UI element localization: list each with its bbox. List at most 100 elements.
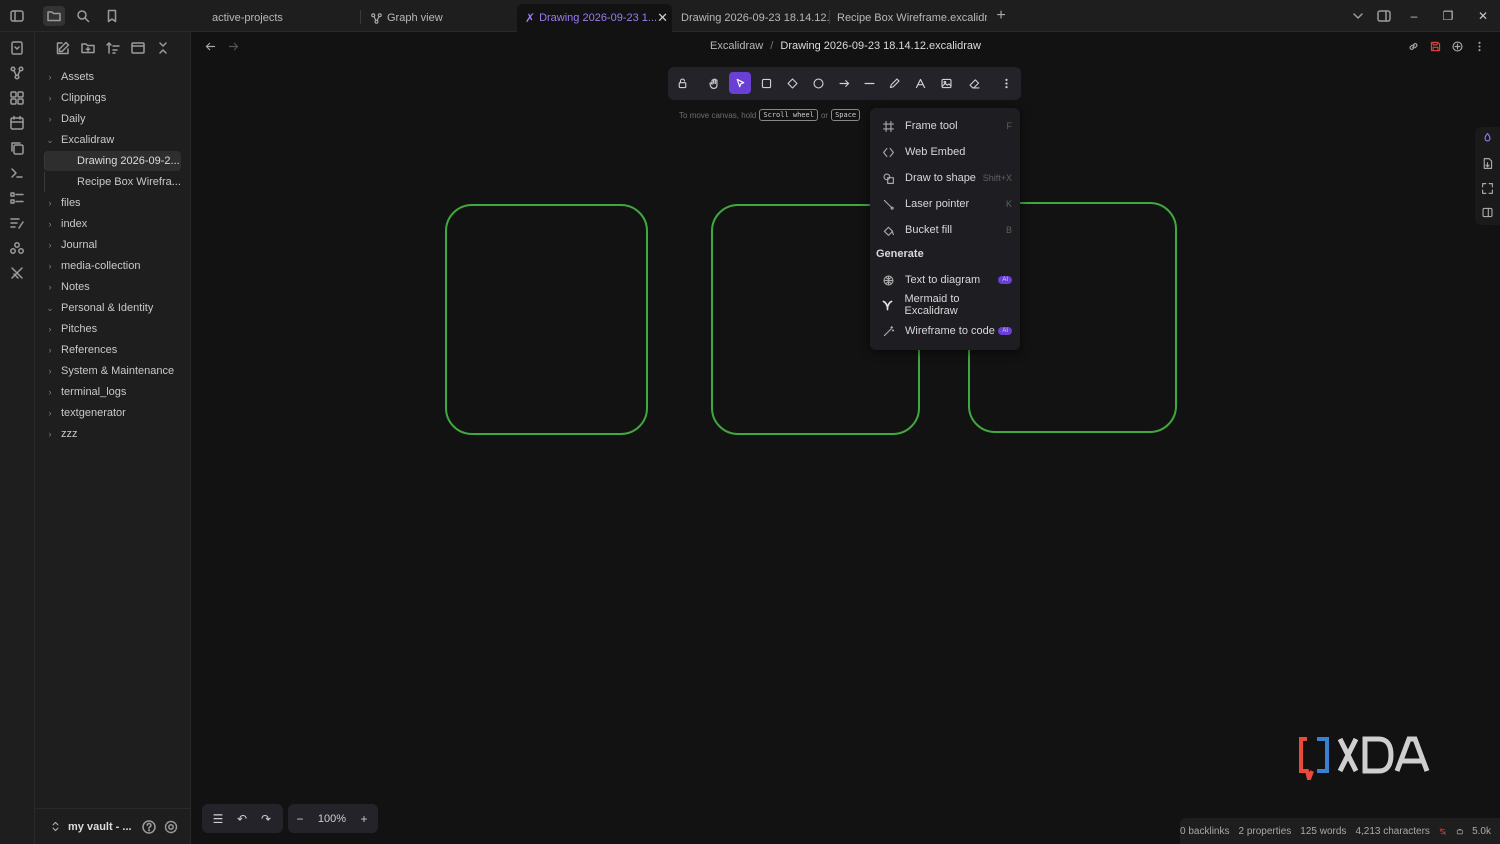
tree-file-recipe-box[interactable]: Recipe Box Wirefra... <box>44 172 181 192</box>
zoom-controls: − 100% + <box>288 804 378 833</box>
tree-folder-pitches[interactable]: › Pitches <box>43 319 183 339</box>
canvas-icon[interactable] <box>9 90 25 106</box>
tree-folder-assets[interactable]: › Assets <box>43 67 183 87</box>
new-tab-button[interactable]: + <box>990 6 1012 26</box>
chevron-right-icon: › <box>48 219 52 229</box>
line-tool-icon[interactable] <box>858 72 880 94</box>
zoom-out-button[interactable]: − <box>288 812 312 826</box>
menu-item-web-embed[interactable]: Web Embed <box>878 141 1012 163</box>
auto-reveal-icon[interactable] <box>130 40 146 56</box>
excalidraw-icon[interactable] <box>9 265 25 281</box>
hand-tool-icon[interactable] <box>703 72 725 94</box>
help-icon[interactable] <box>141 819 157 835</box>
briefcase-icon[interactable] <box>1456 825 1464 838</box>
eraser-tool-icon[interactable] <box>963 72 985 94</box>
list-icon[interactable] <box>9 190 25 206</box>
vault-switcher[interactable]: my vault - ... <box>35 808 191 844</box>
tree-folder-media-collection[interactable]: › media-collection <box>43 256 183 276</box>
tree-folder-index[interactable]: › index <box>43 214 183 234</box>
tree-folder-terminal-logs[interactable]: › terminal_logs <box>43 382 183 402</box>
main-menu-icon[interactable]: ☰ <box>206 812 230 826</box>
pencil-tool-icon[interactable] <box>883 72 905 94</box>
settings-gear-icon[interactable] <box>163 819 179 835</box>
redo-icon[interactable]: ↷ <box>254 812 278 826</box>
tree-folder-textgenerator[interactable]: › textgenerator <box>43 403 183 423</box>
drawing-canvas[interactable] <box>440 198 1185 440</box>
arrow-tool-icon[interactable] <box>833 72 855 94</box>
tree-folder-daily[interactable]: › Daily <box>43 109 183 129</box>
script-engine-icon[interactable] <box>1481 132 1494 145</box>
ellipse-tool-icon[interactable] <box>807 72 829 94</box>
close-tab-icon[interactable]: ✕ <box>657 10 668 26</box>
menu-item-bucket-fill[interactable]: Bucket fill B <box>878 219 1012 241</box>
tree-folder-system-maintenance[interactable]: › System & Maintenance <box>43 361 183 381</box>
text-tool-icon[interactable] <box>909 72 931 94</box>
more-options-icon[interactable] <box>1473 40 1486 53</box>
zoom-level[interactable]: 100% <box>312 813 352 825</box>
link-icon[interactable] <box>1407 40 1420 53</box>
backlinks-count[interactable]: 0 backlinks <box>1180 826 1229 837</box>
breadcrumb-parent[interactable]: Excalidraw <box>710 40 763 52</box>
tree-folder-files[interactable]: › files <box>43 193 183 213</box>
menu-label: Frame tool <box>905 120 958 132</box>
minimize-button[interactable]: – <box>1402 6 1426 26</box>
more-tools-icon[interactable] <box>995 72 1017 94</box>
menu-item-wireframe-to-code[interactable]: Wireframe to code AI <box>878 320 1012 342</box>
menu-item-frame-tool[interactable]: Frame tool F <box>878 115 1012 137</box>
tab-recipe-box[interactable]: Recipe Box Wireframe.excalidr... <box>829 4 987 32</box>
tab-drawing-2[interactable]: Drawing 2026-09-23 18.14.12.... <box>673 4 829 32</box>
image-tool-icon[interactable] <box>935 72 957 94</box>
bookmark-icon[interactable] <box>101 6 123 26</box>
tab-drawing-active[interactable]: ✗ Drawing 2026-09-23 1... ✕ <box>517 4 672 32</box>
canvas-rectangle[interactable] <box>445 204 648 435</box>
chevron-down-icon[interactable] <box>1347 6 1369 26</box>
open-quick-switcher-icon[interactable] <box>9 40 25 56</box>
tree-folder-notes[interactable]: › Notes <box>43 277 183 297</box>
menu-item-draw-to-shape[interactable]: Draw to shape Shift+X <box>878 167 1012 189</box>
export-file-icon[interactable] <box>1481 157 1494 170</box>
save-icon[interactable] <box>1429 40 1442 53</box>
sidebar-toggle-icon[interactable] <box>6 6 28 26</box>
people-icon[interactable] <box>9 240 25 256</box>
new-folder-icon[interactable] <box>80 40 96 56</box>
tree-folder-excalidraw[interactable]: ⌄ Excalidraw <box>43 130 183 150</box>
close-window-button[interactable]: ✕ <box>1471 6 1495 26</box>
restore-button[interactable]: ❐ <box>1436 6 1460 26</box>
diamond-tool-icon[interactable] <box>781 72 803 94</box>
tab-graph-view[interactable]: Graph view <box>362 4 514 32</box>
sidepanel-icon[interactable] <box>1481 206 1494 219</box>
tree-file-drawing[interactable]: Drawing 2026-09-2... <box>44 151 181 171</box>
selection-tool-icon[interactable] <box>729 72 751 94</box>
tree-folder-references[interactable]: › References <box>43 340 183 360</box>
collapse-all-icon[interactable] <box>155 40 171 56</box>
menu-item-mermaid[interactable]: Mermaid to Excalidraw <box>878 293 1012 317</box>
tree-folder-zzz[interactable]: › zzz <box>43 424 183 444</box>
text-generator-icon[interactable] <box>9 215 25 231</box>
right-sidebar-toggle-icon[interactable] <box>1373 6 1395 26</box>
menu-item-laser-pointer[interactable]: Laser pointer K <box>878 193 1012 215</box>
undo-icon[interactable]: ↶ <box>230 812 254 826</box>
calendar-icon[interactable] <box>9 115 25 131</box>
properties-count[interactable]: 2 properties <box>1238 826 1291 837</box>
terminal-icon[interactable] <box>9 165 25 181</box>
sync-off-icon[interactable] <box>1439 825 1447 838</box>
menu-item-text-to-diagram[interactable]: Text to diagram AI <box>878 269 1012 291</box>
new-note-icon[interactable] <box>55 40 71 56</box>
sort-icon[interactable] <box>105 40 121 56</box>
breadcrumb-current[interactable]: Drawing 2026-09-23 18.14.12.excalidraw <box>780 40 981 52</box>
search-icon[interactable] <box>72 6 94 26</box>
zoom-in-button[interactable]: + <box>352 812 376 826</box>
files-view-icon[interactable] <box>43 6 65 26</box>
menu-shortcut: Shift+X <box>982 173 1012 183</box>
copy-icon[interactable] <box>9 140 25 156</box>
lock-tool-icon[interactable] <box>671 72 693 94</box>
fullscreen-icon[interactable] <box>1481 182 1494 195</box>
menu-label: Laser pointer <box>905 198 970 210</box>
tree-folder-clippings[interactable]: › Clippings <box>43 88 183 108</box>
tab-active-projects[interactable]: active-projects <box>204 4 356 32</box>
graph-view-icon[interactable] <box>9 65 25 81</box>
switch-view-icon[interactable] <box>1451 40 1464 53</box>
rectangle-tool-icon[interactable] <box>755 72 777 94</box>
tree-folder-journal[interactable]: › Journal <box>43 235 183 255</box>
tree-folder-personal-identity[interactable]: ⌄ Personal & Identity <box>43 298 183 318</box>
